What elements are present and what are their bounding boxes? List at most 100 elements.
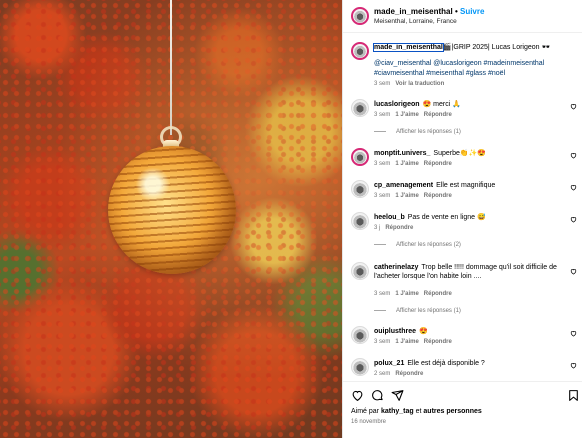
comment-meta: 2 sem Répondre: [374, 371, 423, 377]
post-image[interactable]: [0, 0, 342, 438]
comment-likes[interactable]: 1 J'aime: [395, 161, 418, 167]
view-replies-label[interactable]: Afficher les réponses (1): [396, 129, 461, 135]
ornament-string: [170, 0, 172, 135]
heart-icon[interactable]: [351, 389, 364, 402]
avatar[interactable]: [351, 7, 369, 25]
heart-icon[interactable]: [570, 216, 577, 223]
comment-time: 2 sem: [374, 371, 391, 377]
comment-body: 😍: [419, 328, 428, 335]
post-header: made_in_meisenthal • Suivre Meisenthal, …: [343, 0, 582, 33]
heart-icon[interactable]: [570, 103, 577, 110]
translate-link[interactable]: Voir la traduction: [395, 81, 444, 87]
reply-link[interactable]: Répondre: [385, 225, 413, 231]
comment-text-block: heelou_b Pas de vente en ligne 😅: [374, 213, 564, 222]
commenter-username[interactable]: ouiplusthree: [374, 328, 416, 335]
comment-text-block: catherinelazy Trop belle !!!!! dommage qu…: [374, 263, 564, 281]
heart-icon[interactable]: [570, 184, 577, 191]
post-date: 16 novembre: [351, 419, 387, 425]
separator: •: [454, 7, 458, 16]
commenter-username[interactable]: lucaslorigeon: [374, 101, 420, 108]
comment-likes[interactable]: 1 J'aime: [395, 291, 418, 297]
comment-body: Superbe👏✨😍: [433, 150, 487, 157]
liked-others[interactable]: autres personnes: [423, 408, 481, 415]
commenter-username[interactable]: catherinelazy: [374, 264, 418, 271]
commenter-avatar[interactable]: [351, 180, 369, 198]
liked-prefix: Aimé par: [351, 408, 380, 415]
bookmark-icon[interactable]: [567, 389, 580, 402]
heart-icon[interactable]: [570, 268, 577, 275]
heart-icon[interactable]: [570, 152, 577, 159]
commenter-avatar[interactable]: [351, 326, 369, 344]
liked-user[interactable]: kathy_tag: [381, 408, 414, 415]
glass-bauble: [108, 146, 236, 274]
commenter-avatar[interactable]: [351, 262, 369, 280]
commenter-username[interactable]: polux_21: [374, 360, 404, 367]
comment-time: 3 sem: [374, 339, 391, 345]
commenter-avatar[interactable]: [351, 148, 369, 166]
reply-link[interactable]: Répondre: [424, 112, 452, 118]
reply-link[interactable]: Répondre: [424, 193, 452, 199]
comment-time: 3 sem: [374, 161, 391, 167]
comment-body: Pas de vente en ligne 😅: [407, 214, 486, 221]
comment-meta: 3 sem 1 J'aime Répondre: [374, 339, 452, 345]
caption-username[interactable]: made_in_meisenthal: [373, 43, 444, 52]
reply-link[interactable]: Répondre: [395, 371, 423, 377]
comment-time: 3 sem: [374, 291, 391, 297]
caption-hashtags[interactable]: @ciav_meisenthal @lucaslorigeon #madeinm…: [374, 59, 574, 79]
commenter-username[interactable]: monptit.univers_: [374, 150, 430, 157]
commenter-username[interactable]: cp_amenagement: [374, 182, 433, 189]
comment-body: Elle est déjà disponible ?: [407, 360, 485, 367]
view-replies-link[interactable]: Afficher les réponses (2): [374, 242, 461, 248]
commenter-avatar[interactable]: [351, 358, 369, 376]
caption-meta: 3 sem Voir la traduction: [374, 81, 444, 87]
replies-divider: [374, 130, 386, 132]
reply-link[interactable]: Répondre: [424, 161, 452, 167]
follow-button[interactable]: Suivre: [460, 7, 484, 16]
reply-link[interactable]: Répondre: [424, 291, 452, 297]
action-bar: Aimé par kathy_tag et autres personnes 1…: [343, 381, 582, 438]
caption-first-line: made_in_meisenthal🎬|GRIP 2025| Lucas Lor…: [373, 43, 551, 52]
view-replies-label[interactable]: Afficher les réponses (1): [396, 308, 461, 314]
comment-likes[interactable]: 1 J'aime: [395, 339, 418, 345]
share-icon[interactable]: [391, 389, 404, 402]
comment-likes[interactable]: 1 J'aime: [395, 112, 418, 118]
comment-time: 3 j: [374, 225, 381, 231]
post-modal: made_in_meisenthal • Suivre Meisenthal, …: [0, 0, 582, 438]
view-replies-link[interactable]: Afficher les réponses (1): [374, 129, 461, 135]
comment-likes[interactable]: 1 J'aime: [395, 193, 418, 199]
post-sidebar: made_in_meisenthal • Suivre Meisenthal, …: [342, 0, 582, 438]
liked-connector: et: [415, 408, 422, 415]
view-replies-link[interactable]: Afficher les réponses (1): [374, 308, 461, 314]
header-line: made_in_meisenthal • Suivre: [374, 7, 484, 16]
location-link[interactable]: Meisenthal, Lorraine, France: [374, 18, 457, 25]
comment-icon[interactable]: [371, 389, 384, 402]
comment-time: 3 sem: [374, 193, 391, 199]
commenter-avatar[interactable]: [351, 99, 369, 117]
comment-meta: 3 sem 1 J'aime Répondre: [374, 193, 452, 199]
comment-meta: 3 sem 1 J'aime Répondre: [374, 112, 452, 118]
comment-time: 3 sem: [374, 112, 391, 118]
comment-text-block: monptit.univers_ Superbe👏✨😍: [374, 149, 564, 158]
comment-body: Elle est magnifique: [436, 182, 496, 189]
comment-meta: 3 j Répondre: [374, 225, 413, 231]
comment-text-block: polux_21 Elle est déjà disponible ?: [374, 359, 564, 368]
commenter-avatar[interactable]: [351, 212, 369, 230]
author-username[interactable]: made_in_meisenthal: [374, 7, 453, 16]
comment-meta: 3 sem 1 J'aime Répondre: [374, 291, 452, 297]
commenter-username[interactable]: heelou_b: [374, 214, 405, 221]
view-replies-label[interactable]: Afficher les réponses (2): [396, 242, 461, 248]
comment-body: 😍 merci 🙏: [422, 101, 461, 108]
reply-link[interactable]: Répondre: [424, 339, 452, 345]
comment-text-block: cp_amenagement Elle est magnifique: [374, 181, 564, 190]
comment-meta: 3 sem 1 J'aime Répondre: [374, 161, 452, 167]
likes-summary: Aimé par kathy_tag et autres personnes: [351, 408, 482, 415]
comment-text-block: lucaslorigeon 😍 merci 🙏: [374, 100, 564, 109]
heart-icon[interactable]: [570, 330, 577, 337]
caption-avatar[interactable]: [351, 42, 369, 60]
caption-text: 🎬|GRIP 2025| Lucas Lorigeon 🕶️: [442, 44, 551, 51]
replies-divider: [374, 309, 386, 311]
heart-icon[interactable]: [570, 362, 577, 369]
caption-time: 3 sem: [374, 81, 391, 87]
replies-divider: [374, 243, 386, 245]
comment-text-block: ouiplusthree 😍: [374, 327, 564, 336]
